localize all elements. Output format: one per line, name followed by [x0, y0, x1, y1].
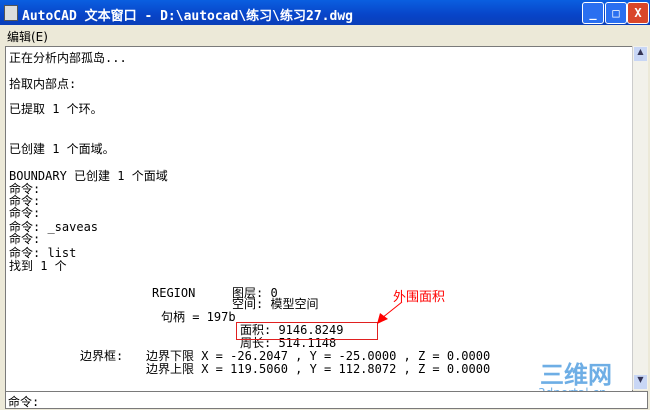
watermark-logo: 三维网	[540, 361, 612, 389]
annotation-label: 外围面积	[393, 290, 446, 305]
menu-edit[interactable]: 编辑(E)	[7, 28, 48, 45]
close-button[interactable]: X	[627, 2, 649, 24]
history-line: 拾取内部点:	[9, 77, 77, 91]
history-line: 命令:	[9, 232, 41, 246]
menu-bar: 编辑(E)	[0, 25, 650, 45]
region-handle: 句柄 = 197b	[161, 310, 236, 324]
title-bar: AutoCAD 文本窗口 - D:\autocad\练习\练习27.dwg _ …	[0, 0, 650, 25]
history-line: 找到 1 个	[9, 259, 67, 273]
window-title: AutoCAD 文本窗口 - D:\autocad\练习\练习27.dwg	[22, 9, 353, 24]
command-line-input[interactable]: 命令:	[5, 391, 648, 409]
region-type: REGION	[152, 286, 196, 300]
app-icon	[4, 5, 18, 21]
area-highlight-box	[236, 322, 378, 340]
history-line: 已提取 1 个环。	[9, 102, 103, 116]
scroll-down-icon[interactable]: ▼	[634, 375, 647, 389]
text-history[interactable]: 正在分析内部孤岛... 拾取内部点: 已提取 1 个环。 已创建 1 个面域。 …	[5, 46, 633, 392]
region-bbox-upper: 边界上限 X = 119.5060 , Y = 112.8072 , Z = 0…	[146, 362, 491, 376]
scroll-up-icon[interactable]: ▲	[634, 47, 647, 61]
history-line: 命令:	[9, 206, 41, 220]
history-line: 已创建 1 个面域。	[9, 142, 115, 156]
vertical-scrollbar[interactable]: ▲ ▼	[632, 46, 648, 390]
region-bbox-label: 边界框:	[80, 349, 124, 363]
maximize-button[interactable]: □	[605, 2, 627, 24]
region-space: 空间: 模型空间	[232, 297, 319, 311]
history-line: 正在分析内部孤岛...	[9, 51, 127, 65]
minimize-button[interactable]: _	[582, 2, 604, 24]
command-prompt: 命令:	[8, 395, 40, 409]
